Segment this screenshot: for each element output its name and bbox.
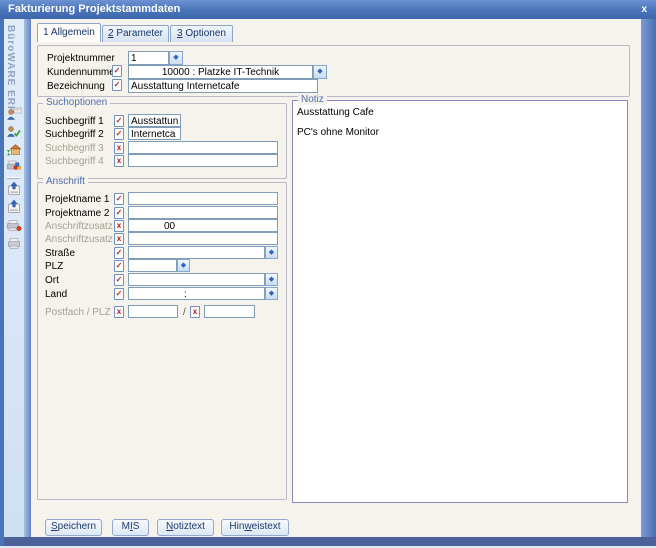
postfach-cross-icon[interactable]: x bbox=[114, 306, 124, 318]
ort-label: Ort bbox=[45, 274, 59, 287]
tab-allgemein[interactable]: 1 Allgemein bbox=[37, 23, 101, 42]
strasse-combobox[interactable] bbox=[128, 246, 265, 259]
projektnummer-spinner[interactable]: ◆ bbox=[169, 51, 183, 65]
land-label: Land bbox=[45, 288, 67, 301]
mis-button[interactable]: MIS bbox=[112, 519, 149, 536]
postfach-input[interactable] bbox=[128, 305, 178, 318]
close-button[interactable]: x bbox=[641, 0, 647, 19]
notiz-textarea[interactable]: Ausstattung Cafe PC's ohne Monitor bbox=[293, 101, 627, 145]
bezeichnung-check-icon[interactable]: ✓ bbox=[112, 79, 122, 91]
projektname2-label: Projektname 2 bbox=[45, 207, 109, 220]
suchbegriff4-input[interactable] bbox=[128, 154, 278, 167]
suchbegriff3-label: Suchbegriff 3 bbox=[45, 142, 104, 155]
postfach-plz-input[interactable] bbox=[204, 305, 255, 318]
plz-check-icon[interactable]: ✓ bbox=[114, 260, 124, 272]
anschriftzusatz2-cross-icon[interactable]: x bbox=[114, 233, 124, 245]
anschriftzusatz1-label: Anschriftzusatz 1 bbox=[45, 220, 121, 233]
land-check-icon[interactable]: ✓ bbox=[114, 288, 124, 300]
plz-combobox[interactable] bbox=[128, 259, 177, 272]
notiztext-button[interactable]: Notiztext bbox=[157, 519, 214, 536]
titlebar: Fakturierung Projektstammdaten x bbox=[0, 0, 656, 19]
anschriftzusatz1-cross-icon[interactable]: x bbox=[114, 220, 124, 232]
header-groupbox bbox=[37, 45, 630, 97]
sidebar-divider bbox=[24, 19, 31, 537]
projektname2-input[interactable] bbox=[128, 206, 278, 219]
window-title: Fakturierung Projektstammdaten bbox=[8, 3, 180, 15]
plz-label: PLZ bbox=[45, 260, 63, 273]
ort-combobox[interactable] bbox=[128, 273, 265, 286]
suchbegriff2-input[interactable]: Internetca bbox=[128, 127, 181, 140]
strasse-label: Straße bbox=[45, 247, 75, 260]
anschriftzusatz1-input[interactable]: 00 bbox=[128, 219, 278, 232]
user-contact-icon[interactable] bbox=[6, 106, 22, 122]
plz-dropdown-button[interactable]: ◆ bbox=[177, 259, 190, 272]
tab-optionen[interactable]: 3 Optionen bbox=[170, 25, 233, 42]
suchbegriff1-check-icon[interactable]: ✓ bbox=[114, 115, 124, 127]
suchbegriff1-input[interactable]: Ausstattun bbox=[128, 114, 181, 127]
kundennummer-combobox[interactable]: 10000 : Platzke IT-Technik bbox=[128, 65, 313, 79]
suchbegriff4-label: Suchbegriff 4 bbox=[45, 155, 104, 168]
land-dropdown-button[interactable]: ◆ bbox=[265, 287, 278, 300]
kundennummer-label: Kundennummer bbox=[47, 66, 118, 79]
projektname1-label: Projektname 1 bbox=[45, 193, 109, 206]
home-sync-icon[interactable] bbox=[6, 141, 22, 157]
suchbegriff3-input[interactable] bbox=[128, 141, 278, 154]
postfach-separator: / bbox=[183, 306, 186, 319]
anschrift-legend: Anschrift bbox=[43, 176, 88, 187]
suchbegriff3-cross-icon[interactable]: x bbox=[114, 142, 124, 154]
suchbegriff1-label: Suchbegriff 1 bbox=[45, 115, 104, 128]
tab-parameter[interactable]: 2 Parameter bbox=[102, 25, 169, 42]
projektname2-check-icon[interactable]: ✓ bbox=[114, 207, 124, 219]
notiz-groupbox: Notiz Ausstattung Cafe PC's ohne Monitor bbox=[292, 100, 628, 503]
window-right-border bbox=[641, 19, 656, 546]
kundennummer-check-icon[interactable]: ✓ bbox=[112, 65, 122, 77]
postfach-plz-cross-icon[interactable]: x bbox=[190, 306, 200, 318]
user-check-icon[interactable] bbox=[6, 124, 22, 140]
export-document-icon-2[interactable] bbox=[6, 199, 22, 215]
notiz-legend: Notiz bbox=[298, 94, 327, 105]
export-document-icon[interactable] bbox=[6, 181, 22, 197]
printer-icon[interactable] bbox=[6, 235, 22, 251]
hinweistext-button[interactable]: Hinweistext bbox=[221, 519, 289, 536]
speichern-button[interactable]: Speichern bbox=[45, 519, 102, 536]
bezeichnung-label: Bezeichnung bbox=[47, 80, 105, 93]
postfach-label: Postfach / PLZ bbox=[45, 306, 111, 319]
window-bottom-border bbox=[4, 537, 656, 546]
suchbegriff4-cross-icon[interactable]: x bbox=[114, 155, 124, 167]
suchbegriff2-check-icon[interactable]: ✓ bbox=[114, 128, 124, 140]
print-package-icon[interactable] bbox=[6, 158, 22, 174]
ort-dropdown-button[interactable]: ◆ bbox=[265, 273, 278, 286]
projektnummer-label: Projektnummer bbox=[47, 52, 115, 65]
sidebar-separator bbox=[7, 177, 20, 179]
suchbegriff2-label: Suchbegriff 2 bbox=[45, 128, 104, 141]
print-device-icon[interactable] bbox=[6, 217, 22, 233]
notiz-line: PC's ohne Monitor bbox=[297, 128, 623, 138]
projektnummer-input[interactable]: 1 bbox=[128, 51, 169, 65]
anschriftzusatz2-label: Anschriftzusatz 2 bbox=[45, 233, 121, 246]
land-combobox[interactable]: : bbox=[128, 287, 265, 300]
notiz-line: Ausstattung Cafe bbox=[297, 108, 623, 118]
strasse-dropdown-button[interactable]: ◆ bbox=[265, 246, 278, 259]
suchoptionen-legend: Suchoptionen bbox=[43, 97, 110, 108]
bezeichnung-input[interactable]: Ausstattung Internetcafe bbox=[128, 79, 318, 93]
kundennummer-dropdown-button[interactable]: ◆ bbox=[313, 65, 327, 79]
ort-check-icon[interactable]: ✓ bbox=[114, 274, 124, 286]
projektname1-check-icon[interactable]: ✓ bbox=[114, 193, 124, 205]
anschriftzusatz2-input[interactable] bbox=[128, 232, 278, 245]
projektname1-input[interactable] bbox=[128, 192, 278, 205]
strasse-check-icon[interactable]: ✓ bbox=[114, 247, 124, 259]
